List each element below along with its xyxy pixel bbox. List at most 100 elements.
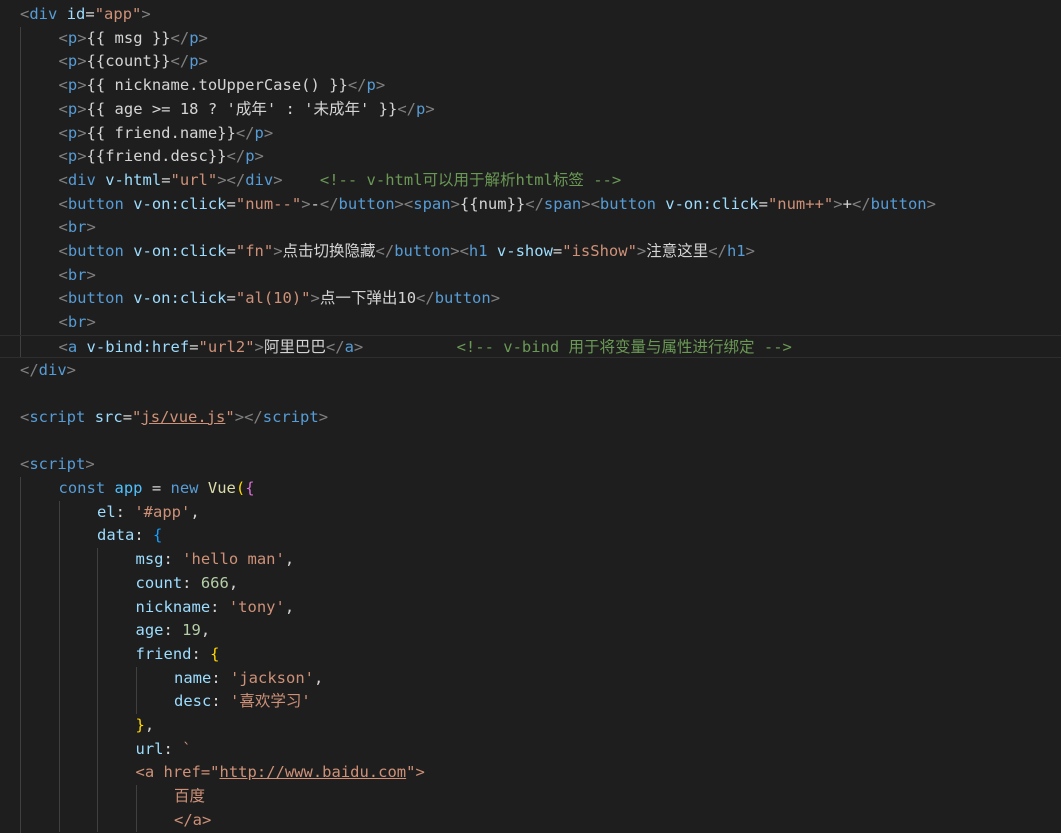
code-attribute: src: [94, 407, 123, 426]
code-editor[interactable]: <div id="app"> <p>{{ msg }}</p> <p>{{count…: [0, 0, 1061, 833]
code-string: "isShow": [562, 242, 637, 260]
code-punctuation: <: [20, 407, 30, 426]
code-tag-name: p: [366, 76, 376, 95]
code-line-current[interactable]: <a v-bind:href="url2">阿里巴巴</a> <!-- v-bi…: [0, 334, 1061, 359]
code-punctuation: >: [310, 289, 320, 308]
code-punctuation: </: [397, 99, 416, 118]
code-line[interactable]: </div>: [0, 359, 1061, 383]
code-punctuation: <: [58, 147, 68, 166]
code-line[interactable]: el: '#app',: [0, 501, 1061, 525]
code-line[interactable]: <br>: [0, 216, 1061, 240]
code-punctuation: </: [708, 242, 727, 260]
code-link-string: js/vue.js: [141, 407, 226, 426]
code-punctuation: >: [450, 194, 460, 213]
code-punctuation: >: [254, 147, 264, 166]
code-punctuation: >: [318, 407, 329, 426]
code-line[interactable]: url: `: [0, 738, 1061, 762]
code-line[interactable]: <script src="js/vue.js"></script>: [0, 406, 1061, 430]
code-line[interactable]: name: 'jackson',: [0, 667, 1061, 691]
code-punctuation: >: [85, 455, 95, 474]
code-line[interactable]: <p>{{ nickname.toUpperCase() }}</p>: [0, 74, 1061, 98]
code-text: =: [189, 337, 199, 356]
code-string: "num--": [235, 194, 302, 213]
code-string: "url": [170, 170, 218, 189]
code-punctuation: >: [353, 337, 364, 356]
code-punctuation: >: [234, 407, 245, 426]
code-text: :: [163, 621, 183, 640]
code-comment: <!-- v-bind 用于将变量与属性进行绑定 -->: [456, 337, 792, 356]
code-text: 点击切换隐藏: [282, 242, 376, 260]
code-text: ,: [190, 502, 200, 521]
code-line[interactable]: },: [0, 714, 1061, 738]
code-line[interactable]: <p>{{friend.desc}}</p>: [0, 145, 1061, 169]
code-text: {{ age >= 18 ? '成年' : '未成年' }}: [86, 99, 398, 118]
code-string: 'hello man': [182, 550, 285, 569]
code-punctuation: >: [86, 218, 96, 237]
code-text: =: [226, 289, 236, 308]
code-line[interactable]: <button v-on:click="al(10)">点一下弹出10</but…: [0, 287, 1061, 311]
code-text: ,: [314, 668, 324, 687]
code-tag-name: br: [67, 265, 87, 284]
code-variable: app: [114, 479, 143, 497]
code-punctuation: >: [581, 194, 591, 213]
code-attribute: id: [66, 5, 86, 23]
code-line[interactable]: <br>: [0, 311, 1061, 335]
code-line[interactable]: desc: '喜欢学习': [0, 690, 1061, 714]
code-line[interactable]: const app = new Vue({: [0, 477, 1061, 501]
code-line[interactable]: <a href="http://www.baidu.com">: [0, 761, 1061, 785]
code-line[interactable]: 百度: [0, 785, 1061, 809]
code-line[interactable]: data: {: [0, 524, 1061, 548]
code-line[interactable]: <button v-on:click="num--">-</button><sp…: [0, 193, 1061, 217]
code-line[interactable]: <br>: [0, 264, 1061, 288]
code-line[interactable]: </a>: [0, 809, 1061, 833]
code-tag-name: p: [67, 52, 78, 71]
code-punctuation: >: [926, 194, 936, 213]
code-line[interactable]: <p>{{ age >= 18 ? '成年' : '未成年' }}</p>: [0, 98, 1061, 122]
code-text: ,: [228, 573, 239, 592]
code-line[interactable]: [0, 430, 1061, 454]
code-line[interactable]: <p>{{ msg }}</p>: [0, 27, 1061, 51]
code-line[interactable]: friend: {: [0, 643, 1061, 667]
code-line[interactable]: nickname: 'tony',: [0, 596, 1061, 620]
code-punctuation: </: [170, 52, 190, 71]
code-line[interactable]: count: 666,: [0, 572, 1061, 596]
code-punctuation: >: [375, 76, 386, 95]
code-tag-name: p: [254, 123, 264, 142]
code-tag-name: br: [67, 218, 87, 237]
code-line[interactable]: <script>: [0, 453, 1061, 477]
code-punctuation: </: [226, 170, 246, 189]
code-text: ,: [144, 716, 155, 734]
code-punctuation: </: [20, 360, 39, 379]
code-tag-name: button: [599, 194, 656, 213]
code-line[interactable]: age: 19,: [0, 619, 1061, 643]
code-tag-name: p: [67, 147, 78, 166]
code-punctuation: >: [198, 52, 208, 71]
code-text: =: [161, 170, 171, 189]
code-punctuation: </: [170, 28, 190, 47]
code-punctuation: >: [745, 242, 755, 260]
code-line[interactable]: [0, 382, 1061, 406]
code-property: count: [135, 573, 183, 592]
code-tag-name: div: [67, 170, 96, 189]
code-text: {{friend.desc}}: [86, 147, 227, 166]
code-line[interactable]: <p>{{ friend.name}}</p>: [0, 122, 1061, 146]
code-text: :: [163, 550, 183, 569]
code-line[interactable]: <button v-on:click="fn">点击切换隐藏</button><…: [0, 240, 1061, 264]
code-tag-name: p: [67, 123, 78, 142]
code-punctuation: >: [86, 313, 96, 332]
code-attribute: v-on:click: [133, 289, 227, 308]
code-line[interactable]: msg: 'hello man',: [0, 548, 1061, 572]
code-tag-name: button: [67, 242, 124, 260]
code-line[interactable]: <div v-html="url"></div> <!-- v-html可以用于…: [0, 169, 1061, 193]
code-punctuation: >: [394, 194, 404, 213]
code-line[interactable]: <div id="app">: [0, 3, 1061, 27]
code-line[interactable]: <p>{{count}}</p>: [0, 50, 1061, 74]
code-punctuation: </: [226, 147, 246, 166]
code-punctuation: <: [20, 5, 30, 23]
code-text: :: [210, 597, 229, 616]
